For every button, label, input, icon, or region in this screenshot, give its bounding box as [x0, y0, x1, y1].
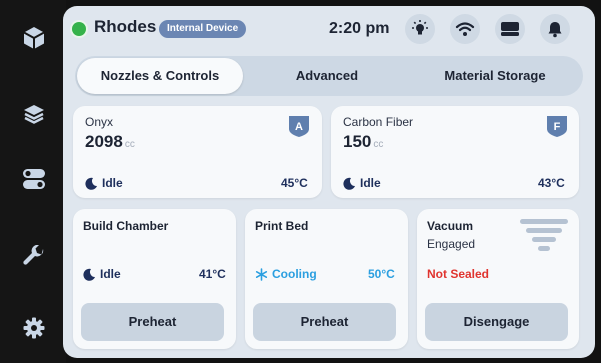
- moon-icon: [85, 177, 97, 190]
- vacuum-status: Engaged: [427, 237, 476, 251]
- tab-nozzles-controls[interactable]: Nozzles & Controls: [77, 58, 243, 94]
- wifi-icon: [455, 22, 475, 36]
- material-name: Carbon Fiber: [343, 115, 414, 129]
- storage-button[interactable]: [495, 14, 525, 44]
- preheat-bed-button[interactable]: Preheat: [253, 303, 396, 341]
- gear-icon[interactable]: [21, 315, 47, 341]
- drive-icon: [501, 22, 519, 36]
- device-frame: Rhodes Internal Device 2:20 pm Nozzles &…: [0, 0, 601, 363]
- sidebar: [0, 0, 66, 363]
- device-type-badge: Internal Device: [159, 20, 247, 38]
- notifications-button[interactable]: [540, 14, 570, 44]
- toggles-icon[interactable]: [21, 166, 47, 192]
- connection-status-dot: [72, 22, 86, 36]
- snowflake-icon: [255, 267, 268, 281]
- material-name: Onyx: [85, 115, 114, 129]
- material-amount: 2098 cc: [85, 132, 135, 151]
- tab-material-storage[interactable]: Material Storage: [411, 56, 579, 96]
- lightbulb-icon: [412, 20, 428, 35]
- chamber-temp: 41°C: [199, 267, 226, 281]
- vacuum-funnel-icon: [520, 219, 568, 251]
- material-card-onyx[interactable]: Onyx 2098 cc A Idle 45°C: [73, 106, 322, 198]
- svg-text:F: F: [554, 121, 561, 133]
- cube-icon[interactable]: [21, 25, 47, 51]
- bed-state: Cooling: [255, 267, 317, 281]
- tab-advanced[interactable]: Advanced: [245, 56, 409, 96]
- wifi-button[interactable]: [450, 14, 480, 44]
- card-title: Vacuum: [427, 219, 474, 233]
- vacuum-card: Vacuum Engaged Not Sealed Disengage: [417, 209, 579, 349]
- svg-text:A: A: [295, 121, 303, 133]
- bed-temp: 50°C: [368, 267, 395, 281]
- build-chamber-card: Build Chamber Idle 41°C Preheat: [73, 209, 236, 349]
- bell-icon: [548, 22, 562, 38]
- moon-icon: [343, 177, 355, 190]
- material-card-carbon-fiber[interactable]: Carbon Fiber 150 cc F Idle 43°C: [331, 106, 579, 198]
- tab-bar: Nozzles & Controls Advanced Material Sto…: [75, 56, 583, 96]
- device-name: Rhodes: [94, 17, 157, 36]
- header: Rhodes Internal Device 2:20 pm: [63, 6, 595, 52]
- slot-a-badge: A: [288, 114, 310, 138]
- material-state: Idle: [343, 176, 381, 190]
- disengage-vacuum-button[interactable]: Disengage: [425, 303, 568, 341]
- moon-icon: [83, 268, 95, 281]
- material-temp: 45°C: [281, 176, 308, 190]
- main-screen: Rhodes Internal Device 2:20 pm Nozzles &…: [63, 6, 595, 358]
- print-bed-card: Print Bed Cooling 50°C Preheat: [245, 209, 408, 349]
- preheat-chamber-button[interactable]: Preheat: [81, 303, 224, 341]
- card-title: Print Bed: [255, 219, 309, 233]
- slot-f-badge: F: [546, 114, 568, 138]
- card-title: Build Chamber: [83, 219, 169, 233]
- wrench-icon[interactable]: [21, 243, 47, 269]
- layers-icon[interactable]: [21, 101, 47, 127]
- clock: 2:20 pm: [329, 20, 390, 37]
- chamber-state: Idle: [83, 267, 121, 281]
- light-button[interactable]: [405, 14, 435, 44]
- vacuum-seal-status: Not Sealed: [427, 267, 490, 281]
- material-amount: 150 cc: [343, 132, 384, 151]
- material-temp: 43°C: [538, 176, 565, 190]
- material-state: Idle: [85, 176, 123, 190]
